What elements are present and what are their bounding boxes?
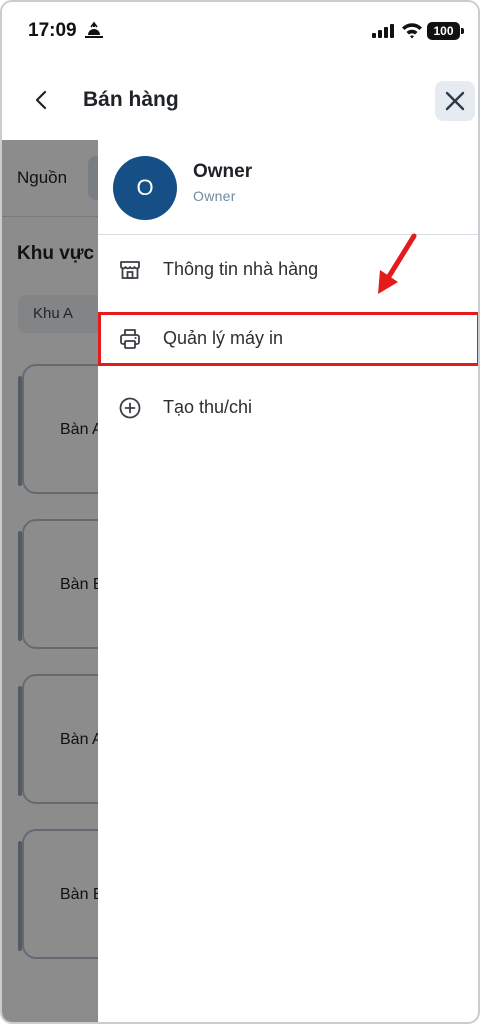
plus-circle-icon (119, 397, 141, 419)
menu-item-restaurant-info[interactable]: Thông tin nhà hàng (98, 245, 478, 295)
menu-item-label: Thông tin nhà hàng (163, 259, 319, 279)
status-time: 17:09 (28, 20, 77, 41)
page-title: Bán hàng (83, 88, 179, 111)
menu-item-create-income-expense[interactable]: Tạo thu/chi (98, 383, 478, 433)
divider (98, 234, 478, 235)
app-header: Bán hàng (2, 64, 478, 140)
close-icon (445, 91, 465, 111)
annotation-highlight-box (98, 312, 478, 366)
chevron-left-icon[interactable] (30, 88, 54, 112)
user-name: Owner (193, 161, 253, 182)
annotation-arrow-icon (378, 233, 417, 294)
battery-icon: 100 (427, 22, 464, 40)
menu-item-label: Tạo thu/chi (163, 397, 253, 417)
signal-icon (372, 24, 394, 38)
avatar: O (113, 156, 177, 220)
sun-icon (85, 21, 103, 38)
status-bar: 17:09 100 (2, 2, 478, 64)
side-drawer: O Owner Owner Thông tin nhà hàng Quản lý… (98, 140, 478, 1022)
wifi-icon (402, 23, 422, 39)
close-button[interactable] (435, 81, 475, 121)
user-role: Owner (193, 188, 236, 204)
phone-frame: 17:09 100 Bán hàng Nguồn Khu vực Khu A B… (0, 0, 480, 1024)
store-icon (120, 261, 140, 279)
